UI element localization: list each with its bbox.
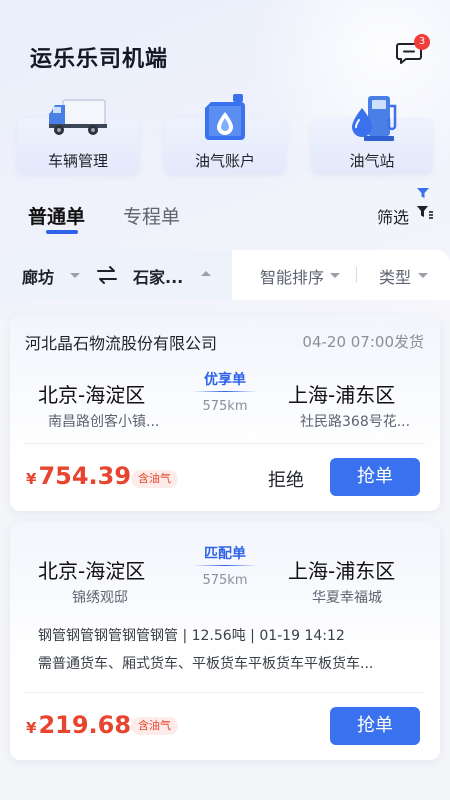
filter-bar: 廊坊 石家... 智能排序 类型: [0, 250, 450, 300]
origin-address: 锦绣观邸: [72, 590, 128, 606]
order-tabs: 普通单 专程单 筛选: [0, 187, 450, 242]
quick-vehicle-management[interactable]: 车辆管理: [17, 92, 139, 180]
quick-gas-station[interactable]: 油气站: [311, 92, 433, 180]
tab-underline: [46, 230, 78, 234]
divider: [25, 692, 425, 693]
grab-order-button[interactable]: 抢单: [330, 458, 420, 496]
destination-address: 社民路368号花...: [300, 414, 411, 430]
oil-can-icon: [164, 92, 286, 142]
header: 运乐乐司机端 3: [0, 0, 450, 100]
cargo-info: 钢管钢管钢管钢管钢管 | 12.56吨 | 01-19 14:12: [38, 628, 345, 644]
tab-regular-order[interactable]: 普通单: [28, 202, 85, 229]
currency-symbol: ¥: [26, 719, 37, 737]
filter-button[interactable]: 筛选: [377, 204, 409, 228]
order-tag: 匹配单: [204, 546, 246, 562]
origin-address: 南昌路创客小镇...: [48, 414, 160, 430]
vehicle-requirement: 需普通货车、厢式货车、平板货车平板货车平板货车...: [38, 656, 374, 672]
type-filter[interactable]: 类型: [379, 264, 411, 288]
filter-icon[interactable]: [416, 204, 434, 220]
reject-button[interactable]: 拒绝: [268, 466, 304, 492]
chevron-down-icon: [418, 273, 428, 278]
oil-included-badge: 含油气: [131, 717, 178, 735]
price: ¥754.39: [26, 462, 131, 490]
chevron-up-icon: [201, 271, 211, 276]
tab-dedicated-order[interactable]: 专程单: [123, 202, 180, 229]
quick-label: 油气账户: [194, 152, 255, 170]
distance: 575km: [202, 573, 248, 588]
quick-oil-account[interactable]: 油气账户: [164, 92, 286, 180]
order-card[interactable]: 北京-海淀区 锦绣观邸 匹配单 575km 上海-浦东区 华夏幸福城 钢管钢管钢…: [10, 522, 440, 760]
company-name: 河北晶石物流股份有限公司: [25, 334, 218, 353]
price-value: 754.39: [38, 462, 132, 490]
chevron-down-icon: [70, 273, 80, 278]
route-line: [193, 565, 257, 566]
distance: 575km: [202, 399, 248, 414]
destination-filter[interactable]: 石家...: [133, 264, 183, 288]
message-button[interactable]: 3: [394, 34, 430, 68]
destination-address: 华夏幸福城: [312, 590, 382, 606]
grab-order-button[interactable]: 抢单: [330, 707, 420, 745]
order-tag: 优享单: [204, 372, 246, 388]
price: ¥219.68: [26, 711, 131, 739]
app-title: 运乐乐司机端: [30, 47, 169, 72]
ship-time: 04-20 07:00发货: [302, 333, 424, 351]
price-value: 219.68: [38, 711, 132, 739]
message-badge: 3: [414, 34, 430, 50]
origin-city: 北京-海淀区: [38, 383, 146, 407]
gas-station-icon: [311, 92, 433, 142]
divider: [356, 267, 357, 283]
oil-included-badge: 含油气: [131, 470, 178, 488]
destination-city: 上海-浦东区: [288, 559, 396, 583]
divider: [25, 443, 425, 444]
order-card[interactable]: 河北晶石物流股份有限公司 04-20 07:00发货 北京-海淀区 南昌路创客小…: [10, 315, 440, 511]
truck-icon: [17, 92, 139, 142]
origin-city: 北京-海淀区: [38, 559, 146, 583]
quick-label: 油气站: [349, 152, 395, 170]
quick-label: 车辆管理: [47, 152, 108, 170]
route-line: [193, 391, 257, 392]
origin-filter[interactable]: 廊坊: [22, 264, 54, 288]
currency-symbol: ¥: [26, 470, 37, 488]
destination-city: 上海-浦东区: [288, 383, 396, 407]
swap-icon[interactable]: [96, 265, 118, 285]
sort-filter[interactable]: 智能排序: [260, 264, 324, 288]
filter-icon[interactable]: [416, 187, 430, 199]
chevron-down-icon: [330, 273, 340, 278]
